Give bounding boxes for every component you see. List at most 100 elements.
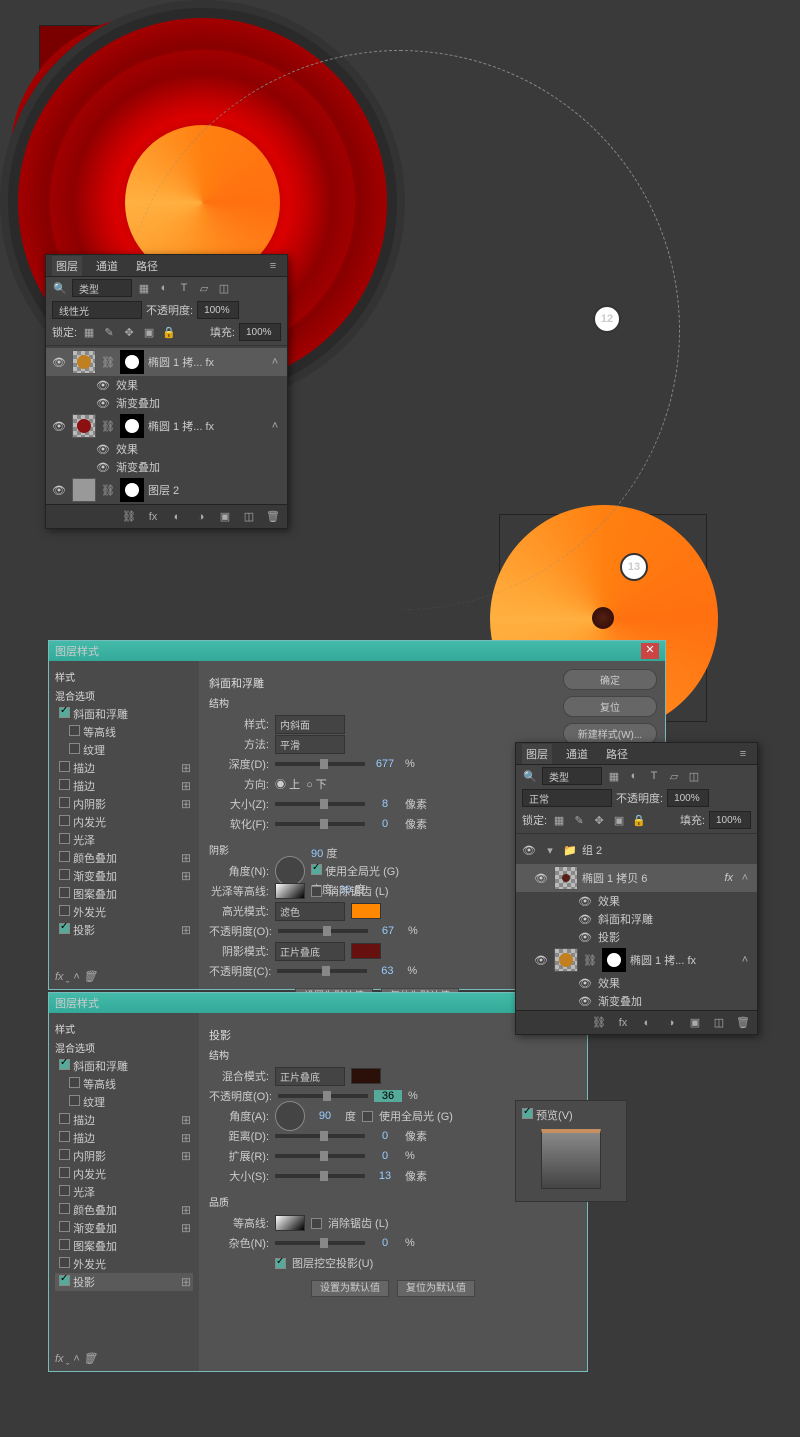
layer-row[interactable]: 👁 椭圆 1 拷贝 6 fx˄: [516, 864, 757, 892]
visibility-icon[interactable]: 👁: [50, 420, 68, 433]
lock-all-icon[interactable]: 🔒: [161, 324, 177, 340]
style-option[interactable]: 光泽: [55, 831, 193, 849]
cancel-button[interactable]: 复位: [563, 696, 657, 717]
style-option[interactable]: 斜面和浮雕: [55, 1057, 193, 1075]
close-icon[interactable]: ✕: [641, 643, 659, 659]
layer-row[interactable]: 👁 ⛓ 椭圆 1 拷... fx ˄: [46, 348, 287, 376]
lock-artboard-icon[interactable]: ▣: [141, 324, 157, 340]
new-style-button[interactable]: 新建样式(W)...: [563, 723, 657, 744]
layer-row[interactable]: 👁 ⛓ 椭圆 1 拷... fx ˄: [46, 412, 287, 440]
set-default-button[interactable]: 设置为默认值: [311, 1280, 389, 1297]
filter-adjust-icon[interactable]: ◐: [156, 280, 172, 296]
filter-smart-icon[interactable]: ◫: [216, 280, 232, 296]
shadow-color-swatch[interactable]: [351, 1068, 381, 1084]
tab-channels[interactable]: 通道: [562, 744, 592, 764]
layer-name[interactable]: 椭圆 1 拷... fx: [148, 418, 214, 434]
antialias-checkbox[interactable]: [311, 1218, 322, 1229]
style-option[interactable]: 外发光: [55, 1255, 193, 1273]
lock-trans-icon[interactable]: ▦: [81, 324, 97, 340]
layer-name[interactable]: 椭圆 1 拷... fx: [630, 952, 696, 968]
panel-menu-icon[interactable]: ≡: [735, 746, 751, 762]
opacity-value[interactable]: 100%: [667, 789, 709, 807]
bevel-style-select[interactable]: 内斜面: [275, 715, 345, 734]
angle-control[interactable]: [275, 1101, 305, 1131]
layer-name[interactable]: 椭圆 1 拷... fx: [148, 354, 214, 370]
shadow-mode-select[interactable]: 正片叠底: [275, 942, 345, 961]
lock-pos-icon[interactable]: ✥: [121, 324, 137, 340]
filter-shape-icon[interactable]: ▱: [196, 280, 212, 296]
fx-row[interactable]: 👁效果: [46, 376, 287, 394]
fx-row[interactable]: 👁效果: [516, 974, 757, 992]
panel-menu-icon[interactable]: ≡: [265, 258, 281, 274]
folder-icon[interactable]: ▣: [217, 509, 233, 525]
blend-mode-select[interactable]: 正片叠底: [275, 1067, 345, 1086]
style-option[interactable]: 斜面和浮雕: [55, 705, 193, 723]
tab-paths[interactable]: 路径: [132, 256, 162, 276]
filter-type[interactable]: 类型: [72, 279, 132, 297]
style-option[interactable]: 外发光: [55, 903, 193, 921]
style-option[interactable]: 描边⊞: [55, 759, 193, 777]
lock-paint-icon[interactable]: ✎: [101, 324, 117, 340]
layer-mask[interactable]: [120, 414, 144, 438]
angle-control[interactable]: [275, 856, 305, 886]
mask-icon[interactable]: ◐: [639, 1015, 655, 1031]
chevron-down-icon[interactable]: ▾: [542, 842, 558, 858]
new-layer-icon[interactable]: ◫: [241, 509, 257, 525]
fx-icon[interactable]: fx: [615, 1015, 631, 1031]
fx-icon[interactable]: fx: [145, 509, 161, 525]
style-option[interactable]: 描边⊞: [55, 1129, 193, 1147]
tab-paths[interactable]: 路径: [602, 744, 632, 764]
soften-slider[interactable]: [275, 822, 365, 826]
fx-row[interactable]: 👁斜面和浮雕: [516, 910, 757, 928]
folder-icon[interactable]: ▣: [687, 1015, 703, 1031]
dialog-title[interactable]: 图层样式✕: [49, 641, 665, 661]
style-option[interactable]: 渐变叠加⊞: [55, 1219, 193, 1237]
reset-default-button[interactable]: 复位为默认值: [397, 1280, 475, 1297]
style-option[interactable]: 描边⊞: [55, 777, 193, 795]
layer-name[interactable]: 椭圆 1 拷贝 6: [582, 870, 647, 886]
noise-slider[interactable]: [275, 1241, 365, 1245]
trash-icon[interactable]: 🗑: [265, 509, 281, 525]
adjust-icon[interactable]: ◑: [663, 1015, 679, 1031]
highlight-color-swatch[interactable]: [351, 903, 381, 919]
shadow-opacity-slider[interactable]: [277, 969, 367, 973]
style-option[interactable]: 渐变叠加⊞: [55, 867, 193, 885]
fx-row[interactable]: 👁渐变叠加: [516, 992, 757, 1010]
style-option[interactable]: 颜色叠加⊞: [55, 849, 193, 867]
fill-value[interactable]: 100%: [239, 323, 281, 341]
style-option[interactable]: 内阴影⊞: [55, 795, 193, 813]
layer-row[interactable]: 👁 ⛓ 图层 2: [46, 476, 287, 504]
search-icon[interactable]: 🔍: [52, 280, 68, 296]
shadow-color-swatch[interactable]: [351, 943, 381, 959]
visibility-icon[interactable]: 👁: [50, 356, 68, 369]
style-option[interactable]: 图案叠加: [55, 885, 193, 903]
style-option[interactable]: 内发光: [55, 813, 193, 831]
group-row[interactable]: 👁▾📁 组 2: [516, 836, 757, 864]
trash-icon[interactable]: 🗑: [735, 1015, 751, 1031]
style-option[interactable]: 等高线: [55, 723, 193, 741]
fx-row[interactable]: 👁渐变叠加: [46, 394, 287, 412]
style-option[interactable]: 图案叠加: [55, 1237, 193, 1255]
global-light-checkbox[interactable]: [362, 1111, 373, 1122]
style-option[interactable]: 颜色叠加⊞: [55, 1201, 193, 1219]
contour-picker[interactable]: [275, 883, 305, 899]
contour-picker[interactable]: [275, 1215, 305, 1231]
blend-mode-select[interactable]: 正常: [522, 789, 612, 807]
style-option[interactable]: 光泽: [55, 1183, 193, 1201]
bevel-method-select[interactable]: 平滑: [275, 735, 345, 754]
size-slider[interactable]: [275, 1174, 365, 1178]
distance-slider[interactable]: [275, 1134, 365, 1138]
fx-row[interactable]: 👁效果: [516, 892, 757, 910]
style-option[interactable]: 投影⊞: [55, 921, 193, 939]
new-layer-icon[interactable]: ◫: [711, 1015, 727, 1031]
adjust-icon[interactable]: ◑: [193, 509, 209, 525]
highlight-opacity-slider[interactable]: [278, 929, 368, 933]
layer-row[interactable]: 👁 ⛓ 椭圆 1 拷... fx ˄: [516, 946, 757, 974]
fill-value[interactable]: 100%: [709, 811, 751, 829]
size-slider[interactable]: [275, 802, 365, 806]
ok-button[interactable]: 确定: [563, 669, 657, 690]
style-option[interactable]: 等高线: [55, 1075, 193, 1093]
link-icon[interactable]: ⛓: [121, 509, 137, 525]
filter-type[interactable]: 类型: [542, 767, 602, 785]
blend-mode-select[interactable]: 线性光: [52, 301, 142, 319]
